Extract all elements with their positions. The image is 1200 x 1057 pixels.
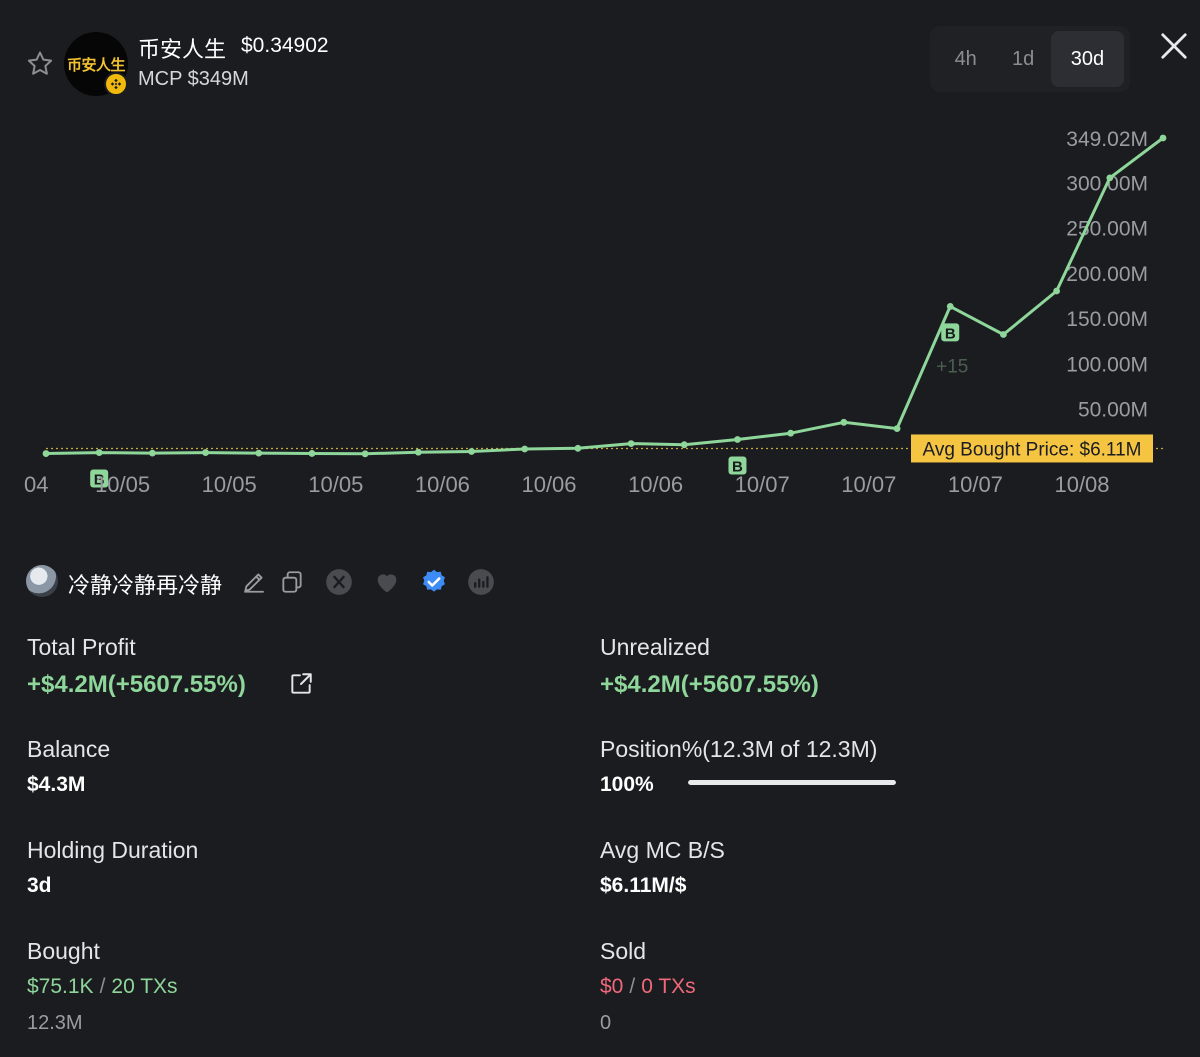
range-tab-1d[interactable]: 1d [995, 31, 1050, 87]
position-value: 100% [600, 773, 654, 796]
data-point [202, 449, 209, 456]
market-cap-chart[interactable]: 349.02M300.00M250.00M200.00M150.00M100.0… [0, 110, 1200, 510]
series-line [44, 136, 1165, 456]
bought-separator: / [99, 975, 106, 998]
holding-duration-label: Holding Duration [27, 837, 199, 863]
sold-separator: / [629, 975, 636, 998]
external-link-icon [291, 673, 312, 694]
x-tick-label: 10/06 [521, 472, 576, 497]
verified-badge [420, 568, 448, 596]
username: 冷静冷静再冷静 [68, 573, 223, 598]
bought-quantity: 12.3M [27, 1012, 83, 1034]
x-tick-label: 04 [24, 472, 48, 497]
edit-icon [244, 573, 264, 593]
market-cap: MCP $349M [138, 68, 249, 90]
copy-icon [282, 571, 302, 593]
data-point [680, 441, 688, 449]
data-point [574, 444, 582, 452]
holding-duration-value: 3d [27, 874, 52, 897]
avg-bought-label: Avg Bought Price: $6.11M [923, 439, 1142, 460]
position-progress-fill [688, 780, 896, 785]
x-tick-label: 10/05 [308, 472, 363, 497]
data-point [627, 440, 635, 447]
range-tab-4h[interactable]: 4h [936, 31, 995, 87]
y-tick-label: 200.00M [1066, 263, 1148, 286]
data-point [95, 449, 103, 456]
data-point [1000, 331, 1007, 338]
total-profit-label: Total Profit [27, 634, 136, 660]
data-point [308, 450, 316, 457]
data-point [148, 449, 156, 457]
x-twitter-button[interactable] [325, 568, 353, 596]
x-tick-label: 10/07 [841, 472, 896, 497]
x-tick-label: 10/06 [415, 472, 470, 497]
annotation-text: +15 [936, 356, 968, 377]
data-point [840, 418, 848, 426]
edit-button[interactable] [240, 568, 268, 596]
data-point [787, 429, 795, 437]
balance-label: Balance [27, 736, 111, 762]
avatar[interactable] [26, 565, 58, 597]
data-point [946, 303, 954, 310]
avg-mc-label: Avg MC B/S [600, 837, 725, 863]
data-point [521, 445, 529, 453]
y-tick-label: 100.00M [1066, 353, 1148, 376]
buy-marker-label: B [945, 325, 956, 342]
balance-value: $4.3M [27, 773, 86, 796]
bought-txs: 20 TXs [111, 975, 178, 998]
x-tick-label: 10/05 [95, 472, 150, 497]
sold-quantity: 0 [600, 1012, 612, 1034]
bought-amount: $75.1K [27, 975, 94, 998]
data-point [734, 436, 741, 443]
x-tick-label: 10/07 [948, 472, 1003, 497]
data-point [893, 425, 901, 433]
x-tick-label: 10/08 [1054, 472, 1109, 497]
sold-label: Sold [600, 938, 647, 964]
data-point [255, 449, 263, 457]
data-point [42, 450, 50, 457]
x-tick-label: 10/06 [628, 472, 683, 497]
close-button[interactable] [1156, 28, 1192, 64]
x-twitter-icon [326, 569, 352, 595]
token-price: $0.34902 [241, 34, 329, 57]
bought-summary: $75.1K/20 TXs [27, 975, 178, 999]
data-point [1159, 134, 1167, 142]
y-tick-label: 150.00M [1066, 308, 1148, 331]
position-progress-bar [688, 780, 896, 785]
analytics-button[interactable] [467, 568, 495, 596]
close-icon [1161, 33, 1187, 59]
heart-button[interactable] [373, 568, 401, 596]
heart-icon [377, 574, 397, 593]
star-icon [27, 51, 53, 75]
token-name: 币安人生 [138, 37, 227, 62]
data-point [1053, 287, 1061, 295]
avg-mc-value: $6.11M/$ [600, 874, 687, 897]
sold-summary: $0/0 TXs [600, 975, 696, 999]
data-point [468, 448, 475, 455]
range-tab-30d[interactable]: 30d [1050, 31, 1124, 87]
unrealized-label: Unrealized [600, 634, 710, 660]
bought-label: Bought [27, 938, 100, 964]
total-profit-share-button[interactable] [287, 670, 315, 698]
data-point [361, 450, 369, 458]
copy-button[interactable] [278, 568, 306, 596]
x-tick-label: 10/05 [202, 472, 257, 497]
time-range-selector: 4h 1d 30d [930, 26, 1130, 92]
y-tick-label: 50.00M [1078, 399, 1148, 422]
position-label: Position%(12.3M of 12.3M) [600, 736, 878, 762]
data-point [1106, 174, 1114, 182]
bnb-chain-icon [104, 72, 128, 96]
sold-txs: 0 TXs [641, 975, 696, 998]
unrealized-value: +$4.2M(+5607.55%) [600, 671, 819, 698]
verified-icon [423, 569, 445, 592]
y-tick-label: 349.02M [1066, 128, 1148, 151]
favorite-star-button[interactable] [24, 48, 56, 80]
y-tick-label: 250.00M [1066, 218, 1148, 241]
data-point [414, 448, 422, 456]
sold-amount: $0 [600, 975, 624, 998]
total-profit-value: +$4.2M(+5607.55%) [27, 671, 246, 698]
x-tick-label: 10/07 [735, 472, 790, 497]
chart-icon [468, 569, 494, 595]
